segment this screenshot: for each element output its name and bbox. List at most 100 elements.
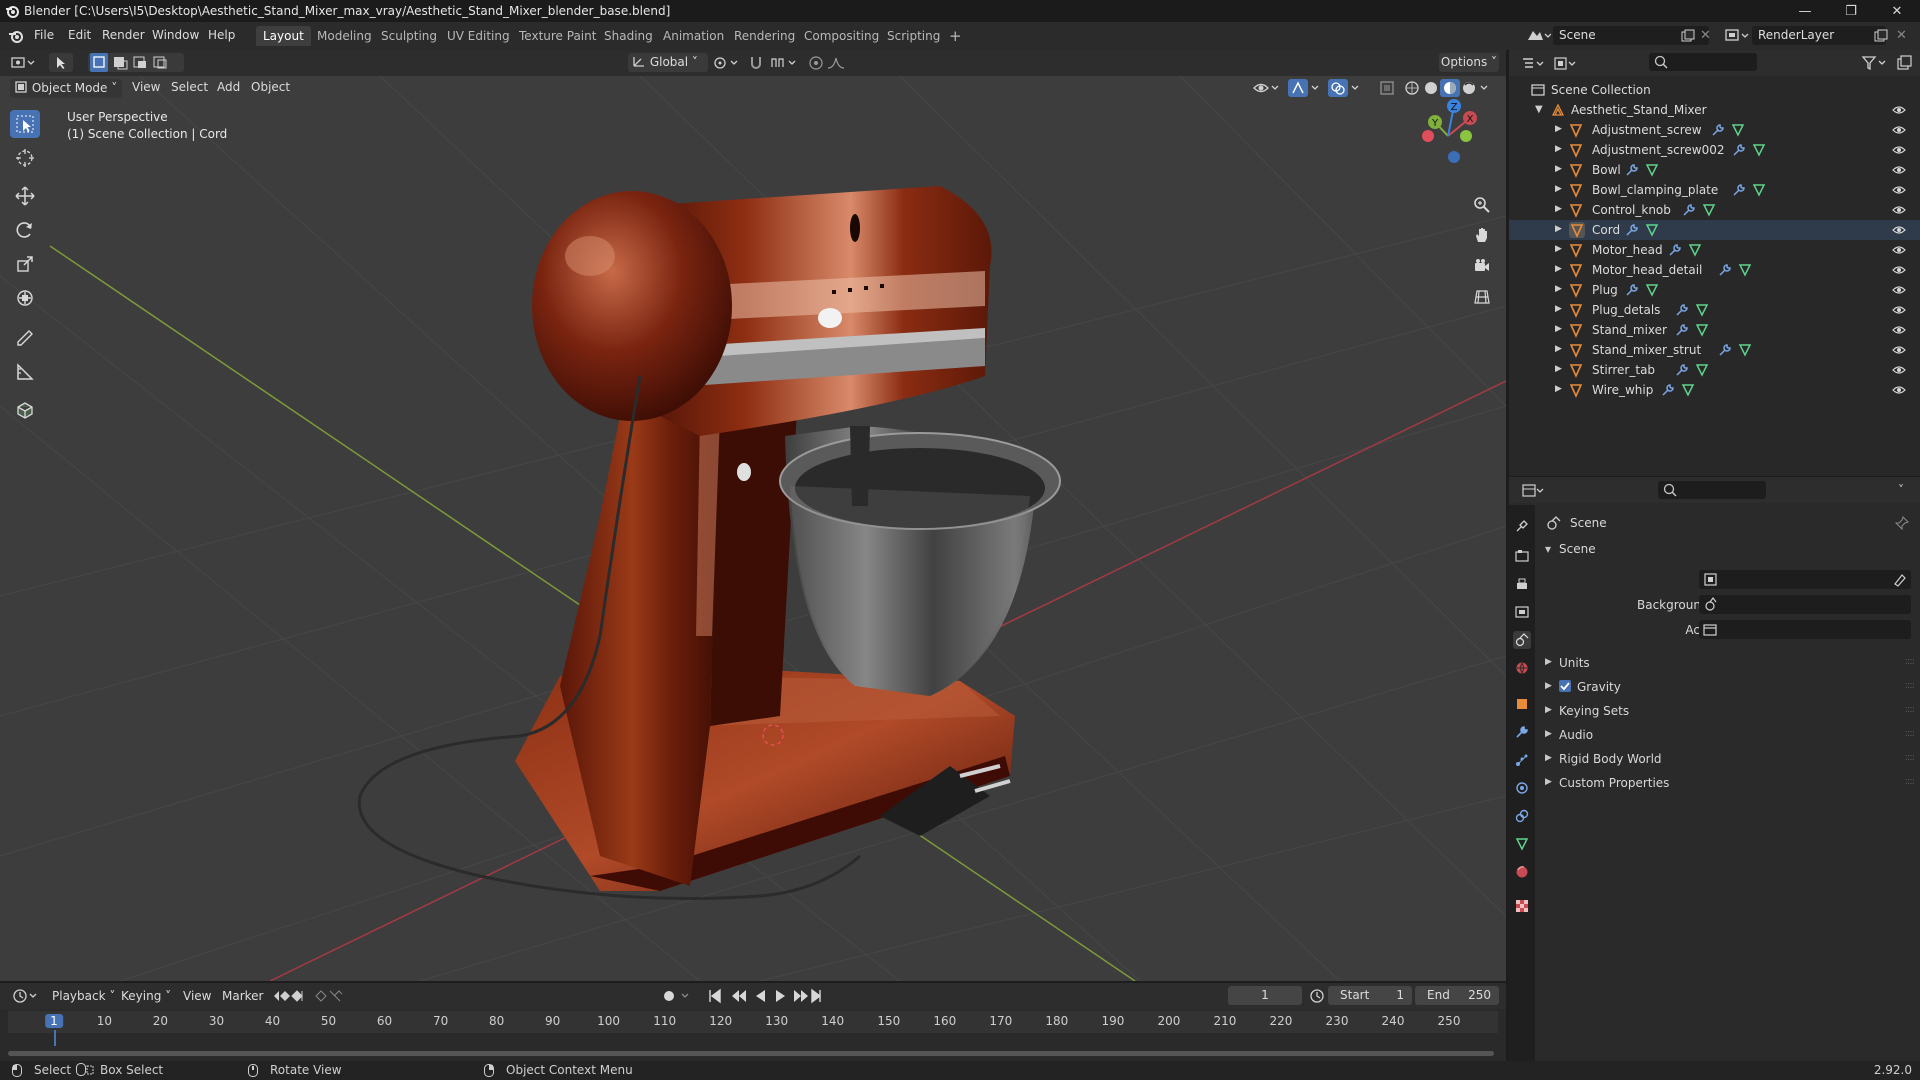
select-box-tool[interactable] (10, 110, 40, 138)
add-workspace-button[interactable]: + (942, 26, 969, 46)
outliner-object-row[interactable]: ▶ Adjustment_screw002 (1509, 140, 1920, 160)
subpanel-row[interactable]: ▶ Gravity:::: (1509, 677, 1920, 699)
output-tab-icon[interactable] (1513, 575, 1531, 593)
visibility-eye-icon[interactable] (1892, 244, 1906, 256)
new-view-layer-icon[interactable] (1874, 29, 1888, 43)
mesh-data-icon[interactable] (1752, 143, 1766, 157)
expand-chevron-icon[interactable]: ▶ (1555, 304, 1562, 314)
object-tab-icon[interactable] (1513, 695, 1531, 713)
proportional-falloff-icon[interactable] (826, 55, 850, 71)
cursor-tool[interactable] (10, 144, 40, 172)
background-scene-field[interactable] (1699, 595, 1911, 614)
control-knob[interactable] (818, 308, 842, 328)
gravity-checkbox[interactable] (1559, 680, 1571, 692)
subpanel-drag-handle-icon[interactable]: :::: (1905, 656, 1916, 667)
mode-dropdown[interactable]: Object Mode ˅ (10, 79, 122, 98)
subpanel-row[interactable]: ▶ Keying Sets:::: (1509, 701, 1920, 723)
start-frame-field[interactable]: Start 1 (1328, 986, 1412, 1005)
tab-compositing[interactable]: Compositing (797, 26, 886, 46)
view-layer-icon[interactable] (1724, 27, 1750, 45)
outliner-object-row[interactable]: ▶ Wire_whip (1509, 380, 1920, 400)
visibility-eye-icon[interactable] (1892, 164, 1906, 176)
visibility-eye-icon[interactable] (1892, 364, 1906, 376)
subpanel-drag-handle-icon[interactable]: :::: (1905, 752, 1916, 763)
material-tab-icon[interactable] (1513, 863, 1531, 881)
active-clip-field[interactable] (1699, 620, 1911, 639)
modifier-wrench-icon[interactable] (1675, 363, 1689, 377)
visibility-eye-icon[interactable] (1892, 224, 1906, 236)
mesh-data-icon[interactable] (1688, 243, 1702, 257)
scene-selector-icon[interactable] (1525, 27, 1551, 45)
timeline-frame-ruler[interactable]: 1 10 20 30 40 50 60 70 80 90 100 110 120 130 140 150 160… (8, 1011, 1498, 1033)
camera-view-icon[interactable] (1468, 252, 1496, 280)
subpanel-row[interactable]: ▶ Rigid Body World:::: (1509, 749, 1920, 771)
modifier-wrench-icon[interactable] (1661, 383, 1675, 397)
subpanel-drag-handle-icon[interactable]: :::: (1905, 728, 1916, 739)
expand-chevron-icon[interactable]: ▶ (1555, 184, 1562, 194)
constraints-tab-icon[interactable] (1513, 807, 1531, 825)
modifier-wrench-icon[interactable] (1675, 303, 1689, 317)
particles-tab-icon[interactable] (1513, 751, 1531, 769)
subpanel-expand-chevron-icon[interactable]: ▶ (1545, 777, 1552, 787)
visibility-eye-icon[interactable] (1892, 204, 1906, 216)
outliner-object-row[interactable]: ▶ Stirrer_tab (1509, 360, 1920, 380)
add-cube-tool[interactable] (10, 396, 40, 424)
timeline-scrollbar[interactable] (8, 1051, 1494, 1056)
proportional-editing-icon[interactable] (808, 55, 824, 71)
mesh-data-icon[interactable] (1695, 323, 1709, 337)
new-scene-icon[interactable] (1681, 29, 1695, 43)
modifier-wrench-icon[interactable] (1675, 323, 1689, 337)
visibility-eye-icon[interactable] (1892, 304, 1906, 316)
mesh-data-icon[interactable] (1645, 163, 1659, 177)
viewport-menu-view[interactable]: View (132, 80, 160, 94)
shading-mode-group[interactable] (1403, 79, 1495, 97)
expand-chevron-icon[interactable]: ▶ (1555, 284, 1562, 294)
xray-toggle-icon[interactable] (1379, 80, 1395, 96)
timeline-editor-type-icon[interactable] (12, 988, 40, 1004)
tab-scripting[interactable]: Scripting (880, 26, 947, 46)
subpanel-drag-handle-icon[interactable]: :::: (1905, 680, 1916, 691)
timeline-menu-view[interactable]: View (183, 989, 211, 1003)
editor-type-icon[interactable] (10, 55, 38, 71)
tab-layout[interactable]: Layout (256, 26, 311, 46)
visibility-eye-icon[interactable] (1892, 144, 1906, 156)
stand-mixer-model[interactable] (357, 186, 1061, 900)
modifier-wrench-icon[interactable] (1682, 203, 1696, 217)
adjustment-screw[interactable] (850, 214, 860, 242)
mesh-data-icon[interactable] (1731, 123, 1745, 137)
visibility-eye-icon[interactable] (1892, 324, 1906, 336)
properties-editor-type-icon[interactable] (1521, 483, 1549, 499)
camera-field[interactable] (1699, 570, 1911, 589)
modifier-wrench-icon[interactable] (1732, 183, 1746, 197)
pin-icon[interactable] (1895, 516, 1909, 530)
tab-shading[interactable]: Shading (597, 26, 660, 46)
modifier-wrench-icon[interactable] (1625, 223, 1639, 237)
zoom-icon[interactable] (1468, 191, 1496, 219)
mesh-data-icon[interactable] (1681, 383, 1695, 397)
modifier-wrench-icon[interactable] (1732, 143, 1746, 157)
viewport-menu-add[interactable]: Add (217, 80, 240, 94)
tab-rendering[interactable]: Rendering (727, 26, 802, 46)
menu-window[interactable]: Window (152, 28, 199, 42)
world-tab-icon[interactable] (1513, 659, 1531, 677)
outliner-object-row[interactable]: ▶ Cord (1509, 220, 1920, 240)
expand-chevron-icon[interactable]: ▶ (1555, 124, 1562, 134)
tab-modeling[interactable]: Modeling (310, 26, 379, 46)
modifier-wrench-icon[interactable] (1625, 163, 1639, 177)
outliner-search-input[interactable] (1649, 53, 1757, 71)
expand-chevron-icon[interactable]: ▶ (1555, 364, 1562, 374)
modifier-wrench-icon[interactable] (1668, 243, 1682, 257)
expand-chevron-icon[interactable]: ▶ (1555, 264, 1562, 274)
outliner-object-row[interactable]: ▶ Plug_detals (1509, 300, 1920, 320)
outliner-scene-collection[interactable]: Scene Collection (1509, 80, 1920, 100)
snap-target-icon[interactable] (770, 55, 800, 71)
visibility-filter-icon[interactable] (1252, 80, 1282, 96)
select-tool-toggle[interactable] (49, 53, 73, 72)
view-layer-tab-icon[interactable] (1513, 603, 1531, 621)
scene-panel-chevron-icon[interactable]: ▾ (1545, 542, 1551, 556)
navigation-gizmo[interactable]: Z X Y (1410, 96, 1490, 176)
measure-tool[interactable] (10, 358, 40, 386)
timeline-menu-marker[interactable]: Marker (222, 989, 263, 1003)
playhead-line[interactable] (54, 1030, 56, 1046)
menu-edit[interactable]: Edit (68, 28, 91, 42)
